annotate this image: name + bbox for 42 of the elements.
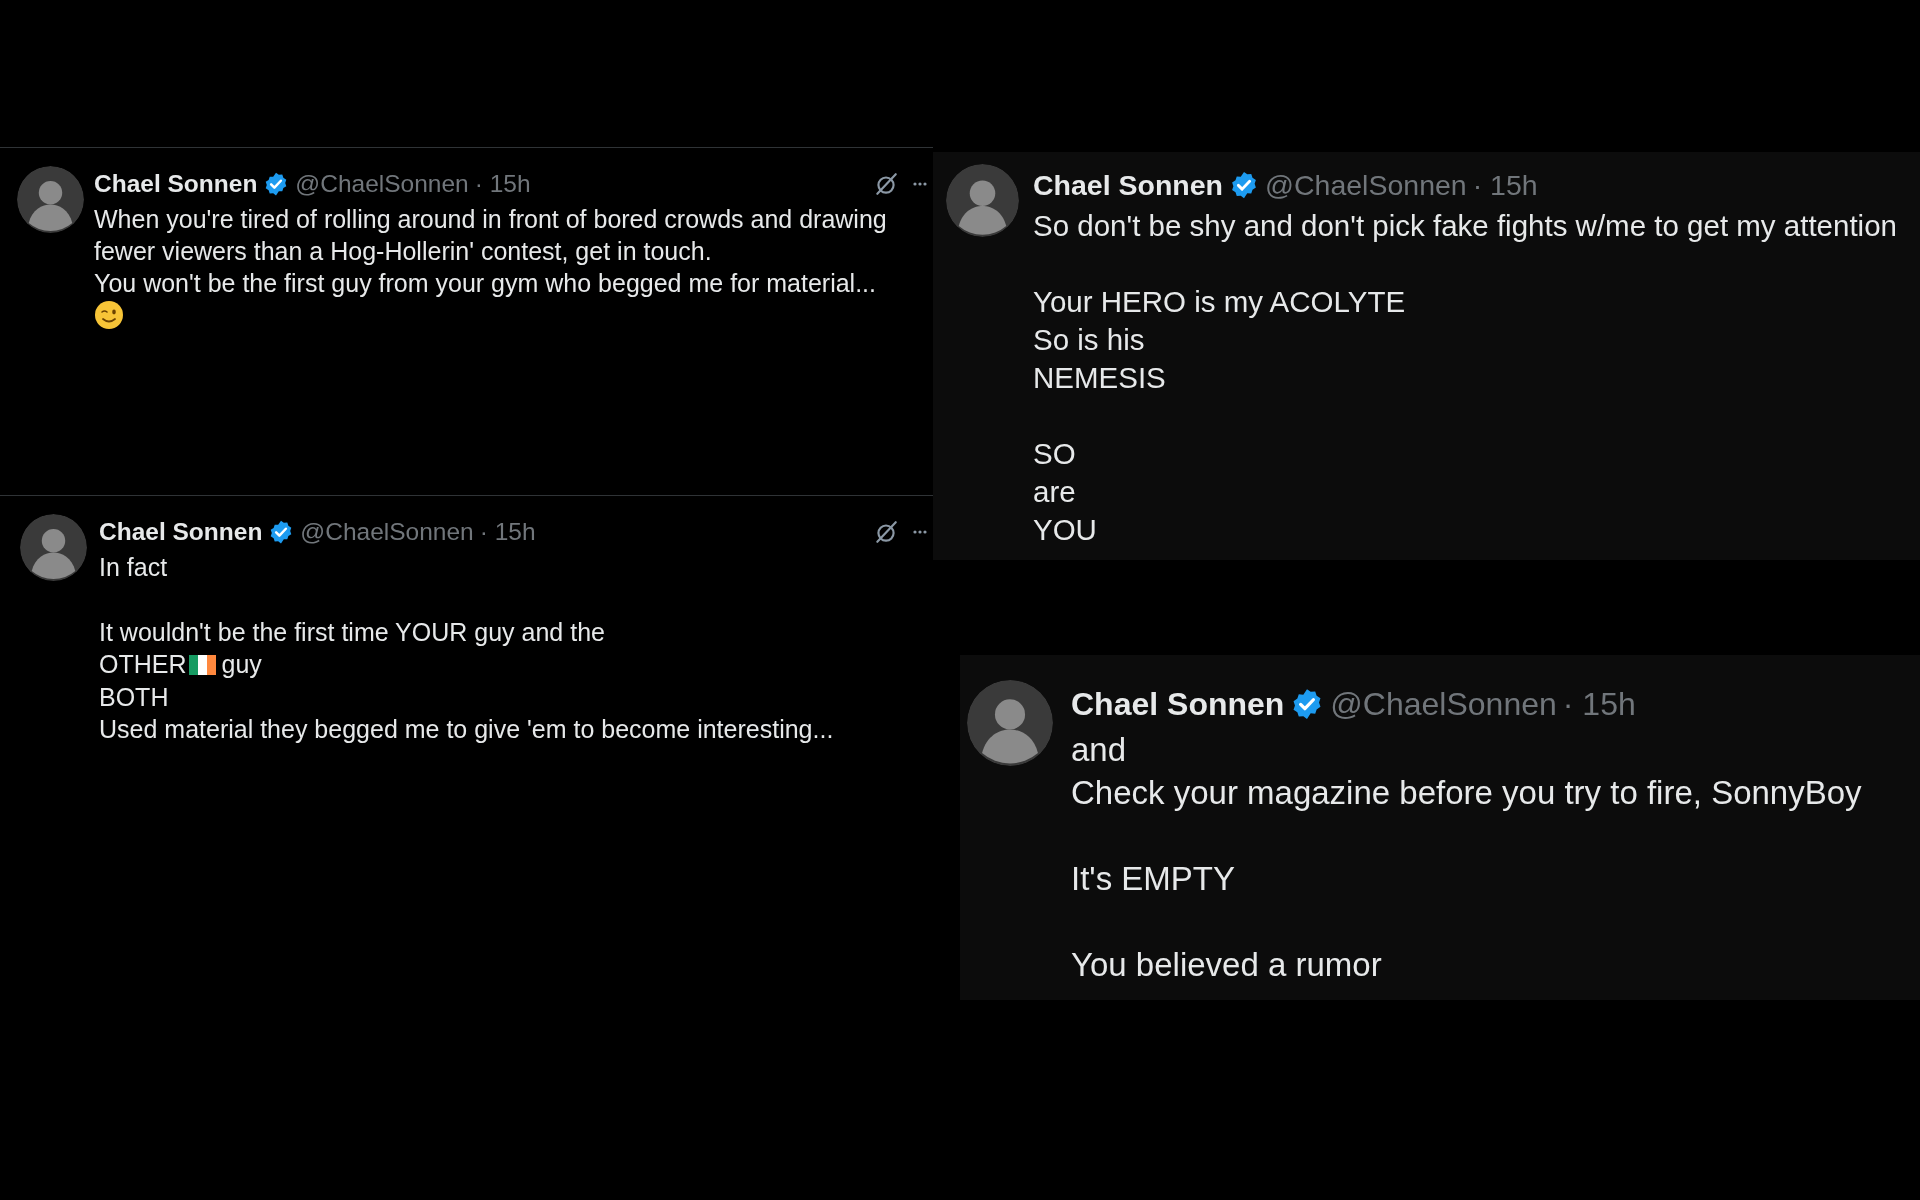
post-time[interactable]: · 15h bbox=[1562, 680, 1636, 728]
author-name[interactable]: Chael Sonnen bbox=[94, 166, 258, 203]
tweet-text: guy bbox=[221, 649, 262, 681]
author-name[interactable]: Chael Sonnen bbox=[99, 514, 263, 551]
author-handle[interactable]: @ChaelSonnen bbox=[1265, 164, 1467, 207]
tweet-text: You believed a rumor bbox=[1071, 945, 1383, 985]
avatar-silhouette[interactable] bbox=[967, 680, 1053, 766]
tweet-text: OTHER bbox=[99, 649, 187, 681]
tweet-text: In fact bbox=[99, 551, 169, 583]
avatar-silhouette[interactable] bbox=[20, 514, 87, 581]
slashed-circle-icon[interactable] bbox=[873, 519, 899, 546]
flag-icon bbox=[188, 654, 216, 675]
tweet-text: So don't be shy and don't pick fake fights w/me to get my attention bbox=[1033, 207, 1898, 244]
tweet-text: YOU bbox=[1033, 511, 1098, 548]
tweet-text: and bbox=[1071, 730, 1128, 770]
post-time[interactable]: · 15h bbox=[474, 166, 531, 203]
author-name[interactable]: Chael Sonnen bbox=[1033, 164, 1224, 207]
more-icon[interactable] bbox=[913, 529, 927, 536]
tweet-text: SO bbox=[1033, 435, 1077, 472]
winking-face-icon bbox=[94, 299, 124, 330]
post-time[interactable]: · 15h bbox=[1472, 164, 1538, 207]
author-handle[interactable]: @ChaelSonnen bbox=[295, 166, 469, 203]
author-handle[interactable]: @ChaelSonnen bbox=[300, 514, 474, 551]
tweet-text: NEMESIS bbox=[1033, 359, 1167, 396]
tweet-text: are bbox=[1033, 473, 1077, 510]
tweet-text: Check your magazine before you try to fire, SonnyBoy bbox=[1071, 773, 1863, 813]
avatar-silhouette[interactable] bbox=[17, 166, 84, 233]
tweet-text: Your HERO is my ACOLYTE bbox=[1033, 283, 1407, 320]
tweet-text: It's EMPTY bbox=[1071, 859, 1236, 899]
post-time[interactable]: · 15h bbox=[479, 514, 536, 551]
more-icon[interactable] bbox=[913, 181, 927, 188]
tweet-text: It wouldn't be the first time YOUR guy and the bbox=[99, 616, 606, 648]
tweet-text: BOTH bbox=[99, 681, 170, 713]
avatar-silhouette[interactable] bbox=[946, 164, 1019, 237]
tweet-text: You won't be the first guy from your gym who begged me for material... bbox=[94, 267, 877, 299]
author-name[interactable]: Chael Sonnen bbox=[1071, 680, 1285, 728]
tweet-text: So is his bbox=[1033, 321, 1146, 358]
slashed-circle-icon[interactable] bbox=[873, 171, 899, 198]
tweet-text: When you're tired of rolling around in front of bored crowds and drawing bbox=[94, 203, 888, 235]
author-handle[interactable]: @ChaelSonnen bbox=[1330, 680, 1557, 728]
tweet-text: fewer viewers than a Hog-Hollerin' contest, get in touch. bbox=[94, 235, 713, 267]
tweet-text: Used material they begged me to give 'em to become interesting... bbox=[99, 714, 835, 746]
